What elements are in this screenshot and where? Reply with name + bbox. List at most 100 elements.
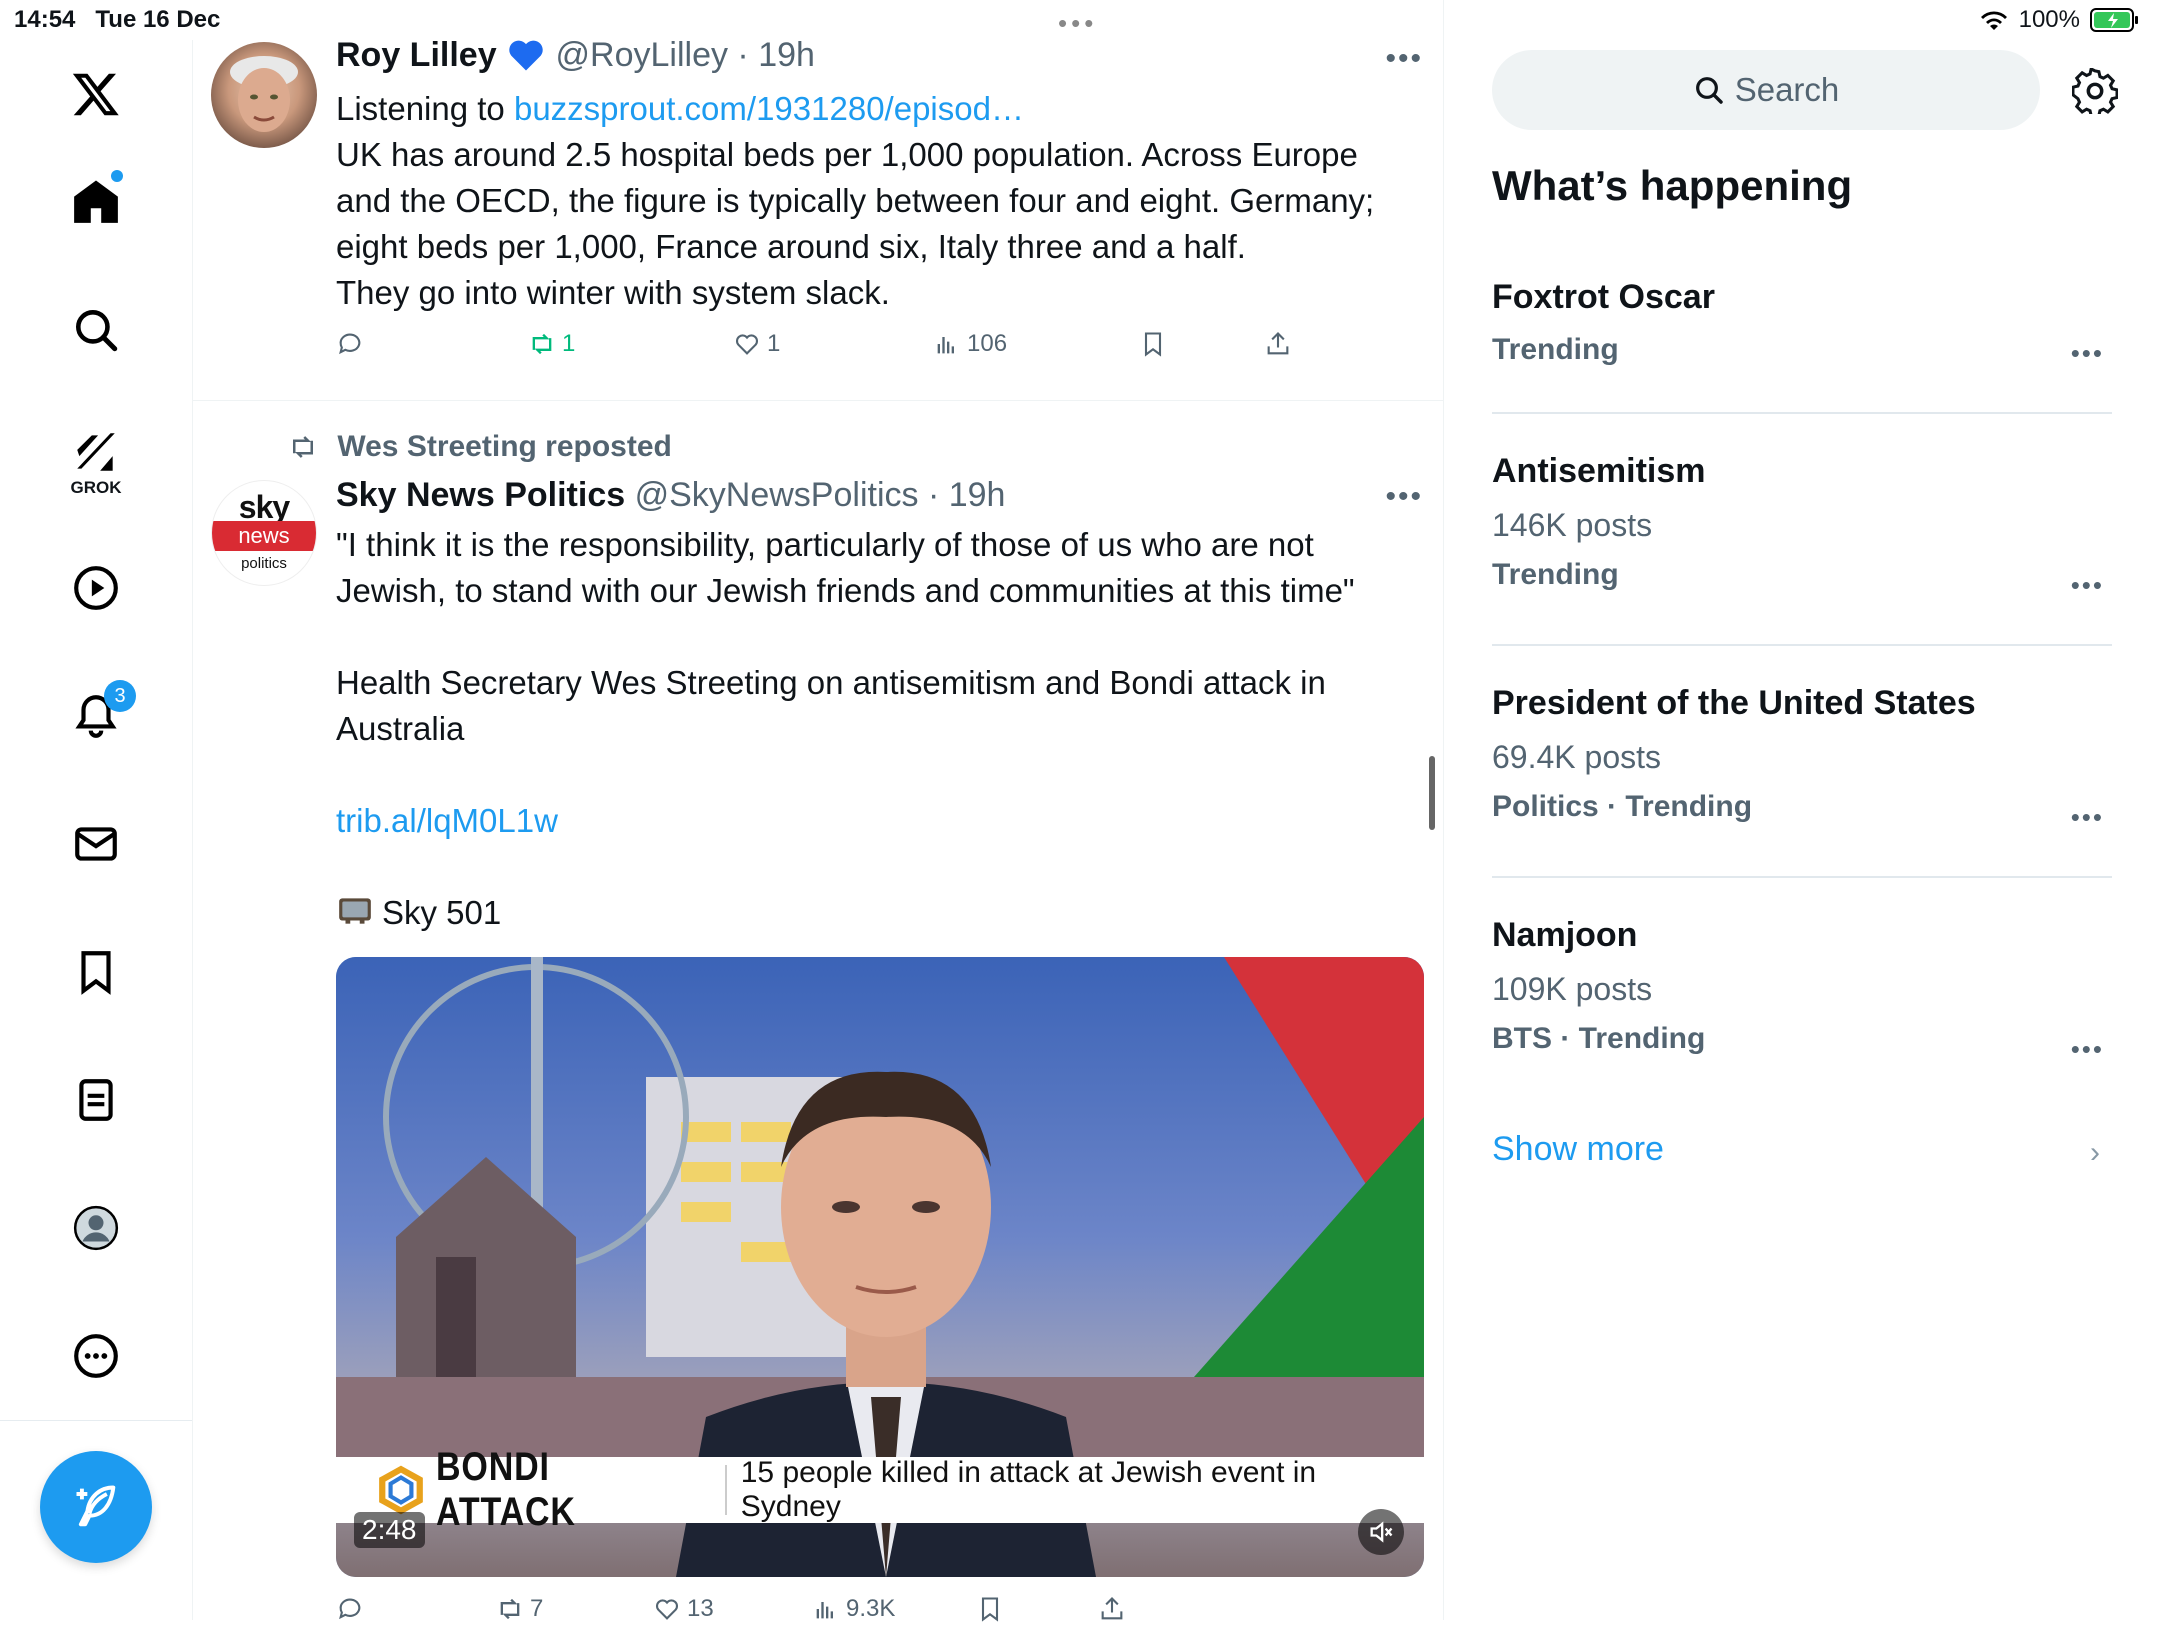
trend-more-icon[interactable]: ••• [2071,338,2104,369]
retweet-button[interactable]: 7 [496,1595,543,1623]
author-handle[interactable]: @RoyLilley [556,36,728,74]
feed-scrollbar[interactable] [1429,756,1435,830]
tv-icon [336,892,374,930]
author-name[interactable]: Roy Lilley [336,36,497,74]
repost-indicator[interactable]: Wes Streeting reposted [285,430,672,464]
trend-item[interactable]: Foxtrot Oscar Trending ••• [1492,278,2112,378]
whats-happening-title: What’s happening [1492,162,1853,209]
video-icon[interactable] [64,556,128,620]
tweet-text: Listening to buzzsprout.com/1931280/epis… [336,90,1375,311]
graphic-green-shape [1194,1117,1424,1377]
grok-icon[interactable] [64,420,128,484]
trend-item[interactable]: President of the United States 69.4K pos… [1492,684,2112,844]
trend-item[interactable]: Namjoon 109K posts BTS · Trending ••• [1492,916,2112,1076]
like-button[interactable]: 1 [733,330,780,358]
reply-button[interactable] [336,1595,364,1623]
tweet-header: Roy Lilley @RoyLilley · 19h [336,36,815,74]
tweet-link[interactable]: trib.al/lqM0L1w [336,798,1406,844]
tweet-more-icon[interactable]: ••• [1385,42,1423,76]
bookmarks-icon[interactable] [64,940,128,1004]
compose-post-button[interactable] [40,1451,152,1563]
trend-more-icon[interactable]: ••• [2071,802,2104,833]
home-icon[interactable] [64,170,128,234]
search-input[interactable]: Search [1492,50,2040,130]
channel-line: Sky 501 [336,890,1406,937]
author-name[interactable]: Sky News Politics [336,476,625,514]
search-nav-icon[interactable] [64,298,128,362]
reply-icon [339,1598,361,1620]
notifications-badge: 3 [104,680,136,712]
share-icon [1267,332,1289,355]
trend-name: Antisemitism [1492,452,1706,490]
views-chart-icon [937,337,954,354]
trend-meta: Politics · Trending [1492,790,1753,823]
sky-news-logo-icon [379,1465,423,1515]
trend-more-icon[interactable]: ••• [2071,1034,2104,1065]
share-button[interactable] [1264,330,1292,358]
share-icon [1101,1597,1123,1620]
sidebar-nav: GROK 3 [0,40,193,1620]
chevron-right-icon[interactable]: › [2090,1136,2100,1170]
trend-name: President of the United States [1492,684,1976,722]
nav-divider [0,1420,192,1421]
heart-icon [735,334,759,355]
avatar-politics-text: politics [241,555,287,572]
retweet-icon [500,1598,520,1620]
views-button[interactable]: 9.3K [812,1595,895,1623]
retweet-icon [532,333,552,355]
trend-name: Foxtrot Oscar [1492,278,1715,316]
bookmark-button[interactable] [1139,330,1167,358]
reply-button[interactable] [336,330,364,358]
tweet-sky-news-politics[interactable]: Wes Streeting reposted sky news politics… [193,400,1443,1623]
author-handle[interactable]: @SkyNewsPolitics [635,476,919,514]
messages-icon[interactable] [64,812,128,876]
like-button[interactable]: 13 [653,1595,714,1623]
avatar-sky-news-politics[interactable]: sky news politics [211,480,317,586]
avatar-roy-lilley[interactable] [211,42,317,148]
tweet-time[interactable]: 19h [949,476,1006,514]
timeline-feed[interactable]: Roy Lilley @RoyLilley · 19h ••• Listenin… [193,0,1444,1623]
trend-divider [1492,412,2112,414]
video-ticker: 15 people killed in attack at Jewish eve… [740,1456,1317,1523]
status-time: 14:54 Tue 16 Dec [14,6,221,33]
tweet-roy-lilley[interactable]: Roy Lilley @RoyLilley · 19h ••• Listenin… [193,0,1443,400]
trend-divider [1492,876,2112,878]
trend-meta: BTS · Trending [1492,1022,1706,1055]
video-duration: 2:48 [354,1512,425,1548]
tweet-time[interactable]: 19h [758,36,815,74]
more-options-icon[interactable] [64,1324,128,1388]
notifications-icon[interactable]: 3 [64,680,136,748]
lower-third-separator [724,1465,727,1515]
battery-percent: 100% [2018,6,2080,33]
reply-icon [339,333,361,355]
share-button[interactable] [1098,1595,1126,1623]
bookmark-button[interactable] [976,1595,1004,1623]
repost-icon [293,436,313,458]
trend-name: Namjoon [1492,916,1638,954]
retweet-button[interactable]: 1 [528,330,575,358]
lists-icon[interactable] [64,1068,128,1132]
video-headline: BONDI ATTACK [435,1445,576,1534]
avatar-news-text: news [212,521,316,551]
compose-feather-icon [76,1485,116,1527]
grok-label: GROK [70,478,122,497]
trend-meta: Trending [1492,333,1619,366]
trend-posts: 146K posts [1492,507,1653,543]
trend-more-icon[interactable]: ••• [2071,570,2104,601]
wifi-icon [1980,11,2007,30]
tweet-link[interactable]: buzzsprout.com/1931280/episod… [514,90,1024,127]
status-indicators: 100% [1979,6,2140,34]
tweet-more-icon[interactable]: ••• [1385,480,1423,514]
views-button[interactable]: 106 [933,330,1007,358]
home-unread-dot [111,170,123,182]
bookmark-icon [1144,332,1162,357]
show-more-link[interactable]: Show more [1492,1130,1664,1169]
video-player[interactable]: BONDI ATTACK 15 people killed in attack … [336,957,1424,1577]
trend-item[interactable]: Antisemitism 146K posts Trending ••• [1492,452,2112,612]
profile-icon[interactable] [64,1196,128,1260]
trend-posts: 69.4K posts [1492,739,1661,775]
mute-button[interactable] [1358,1509,1404,1555]
settings-gear-icon[interactable] [2072,68,2118,114]
x-logo-icon[interactable] [64,62,128,126]
tweet-header: Sky News Politics @SkyNewsPolitics · 19h [336,476,1006,514]
